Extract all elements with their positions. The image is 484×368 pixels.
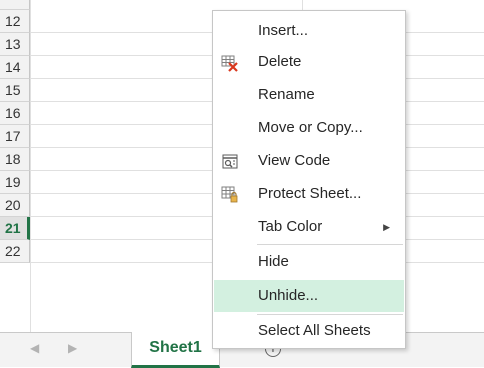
menu-item-label: View Code — [258, 152, 331, 169]
row-header[interactable]: 13 — [0, 33, 30, 56]
submenu-arrow-icon: ▶ — [383, 222, 390, 232]
menu-item-label: Tab Color — [258, 218, 323, 235]
menu-item-unhide[interactable]: Unhide... — [214, 280, 404, 312]
scroll-tabs-right-button[interactable]: ▶ — [68, 341, 77, 355]
menu-item-label: Select All Sheets — [258, 322, 371, 339]
menu-item-tab-color[interactable]: Tab Color ▶ — [214, 212, 404, 242]
menu-item-label: Hide — [258, 253, 289, 270]
menu-item-label: Protect Sheet... — [258, 185, 362, 202]
menu-item-view-code[interactable]: View Code — [214, 146, 404, 176]
row-header[interactable]: 15 — [0, 79, 30, 102]
sheet-tab-sheet1[interactable]: Sheet1 — [131, 332, 220, 368]
menu-item-protect-sheet[interactable]: Protect Sheet... — [214, 179, 404, 209]
row-header[interactable]: 22 — [0, 240, 30, 263]
row-header[interactable]: 19 — [0, 171, 30, 194]
view-code-icon — [221, 152, 239, 170]
menu-item-label: Insert... — [258, 22, 309, 39]
menu-item-label: Move or Copy... — [258, 119, 363, 136]
row-header-active[interactable]: 21 — [0, 217, 30, 240]
protect-sheet-icon — [221, 185, 239, 203]
menu-item-delete[interactable]: Delete — [214, 47, 404, 77]
menu-item-insert[interactable]: Insert... — [214, 16, 404, 46]
menu-item-hide[interactable]: Hide — [214, 247, 404, 277]
row-header[interactable]: 16 — [0, 102, 30, 125]
sheet-context-menu: Insert... Delete Rename Move or Copy... — [212, 10, 406, 349]
row-header[interactable]: 20 — [0, 194, 30, 217]
menu-item-label: Rename — [258, 86, 315, 103]
row-header[interactable]: 12 — [0, 10, 30, 33]
menu-separator — [257, 314, 403, 315]
scroll-tabs-left-button[interactable]: ◀ — [30, 341, 39, 355]
row-header[interactable]: 14 — [0, 56, 30, 79]
column-border — [30, 0, 31, 332]
row-header[interactable]: 17 — [0, 125, 30, 148]
menu-item-label: Delete — [258, 53, 302, 70]
menu-item-select-all-sheets[interactable]: Select All Sheets — [214, 316, 404, 346]
menu-item-label: Unhide... — [258, 287, 319, 304]
row-header[interactable]: 18 — [0, 148, 30, 171]
row-header-partial[interactable] — [0, 0, 30, 10]
menu-separator — [257, 244, 403, 245]
menu-item-move-or-copy[interactable]: Move or Copy... — [214, 113, 404, 143]
delete-sheet-icon — [221, 53, 239, 72]
menu-item-rename[interactable]: Rename — [214, 80, 404, 110]
